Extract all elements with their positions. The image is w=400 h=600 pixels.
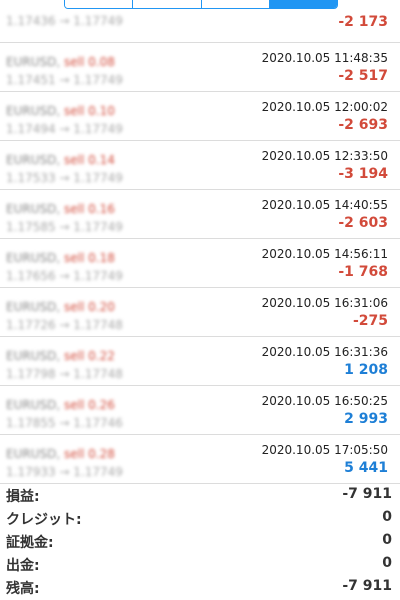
- account-summary: 損益: -7 911 クレジット: 0 証拠金: 0 出金: 0 残高: -7 …: [0, 484, 400, 599]
- deal-prices: 1.17585 → 1.17749: [6, 220, 123, 234]
- summary-value: 0: [382, 509, 392, 525]
- summary-deposit-row: 証拠金: 0: [0, 530, 400, 553]
- deal-profit: 5 441: [344, 460, 388, 476]
- deal-profit: 1 208: [344, 362, 388, 378]
- deal-profit: -2 517: [338, 68, 388, 84]
- deal-row[interactable]: EURUSD, sell 0.20 1.17726 → 1.17748 2020…: [0, 288, 400, 337]
- deal-profit: -2 173: [338, 14, 388, 30]
- deal-prices: 1.17451 → 1.17749: [6, 73, 123, 87]
- deal-time: 2020.10.05 14:56:11: [261, 247, 388, 261]
- deal-row[interactable]: EURUSD, sell 0.28 1.17933 → 1.17749 2020…: [0, 435, 400, 484]
- deal-row[interactable]: EURUSD, sell 0.14 1.17533 → 1.17749 2020…: [0, 141, 400, 190]
- deal-symbol: EURUSD, sell 0.22: [6, 349, 115, 363]
- deal-prices: 1.17494 → 1.17749: [6, 122, 123, 136]
- deal-prices: 1.17726 → 1.17748: [6, 318, 123, 332]
- summary-value: 0: [382, 555, 392, 571]
- summary-value: 0: [382, 532, 392, 548]
- deal-row[interactable]: EURUSD, sell 0.26 1.17855 → 1.17746 2020…: [0, 386, 400, 435]
- summary-value: -7 911: [342, 486, 392, 502]
- deal-row[interactable]: EURUSD, sell 0.22 1.17798 → 1.17748 2020…: [0, 337, 400, 386]
- deal-symbol: EURUSD, sell 0.18: [6, 251, 115, 265]
- deal-profit: -2 603: [338, 215, 388, 231]
- deal-symbol: EURUSD, sell 0.20: [6, 300, 115, 314]
- deal-prices: 1.17656 → 1.17749: [6, 269, 123, 283]
- deal-symbol: EURUSD, sell 0.16: [6, 202, 115, 216]
- deal-profit: -1 768: [338, 264, 388, 280]
- deal-history-list[interactable]: 1.17436 → 1.17749 -2 173 EURUSD, sell 0.…: [0, 0, 400, 484]
- deal-symbol: EURUSD, sell 0.28: [6, 447, 115, 461]
- deal-time: 2020.10.05 16:31:06: [261, 296, 388, 310]
- deal-row[interactable]: EURUSD, sell 0.16 1.17585 → 1.17749 2020…: [0, 190, 400, 239]
- summary-label: 出金:: [6, 558, 40, 574]
- summary-withdrawal-row: 出金: 0: [0, 553, 400, 576]
- deal-symbol: EURUSD, sell 0.26: [6, 398, 115, 412]
- deal-row[interactable]: EURUSD, sell 0.08 1.17451 → 1.17749 2020…: [0, 43, 400, 92]
- deal-time: 2020.10.05 12:33:50: [261, 149, 388, 163]
- deal-row[interactable]: 1.17436 → 1.17749 -2 173: [0, 0, 400, 43]
- deal-time: 2020.10.05 16:31:36: [261, 345, 388, 359]
- deal-symbol: EURUSD, sell 0.14: [6, 153, 115, 167]
- deal-profit: -2 693: [338, 117, 388, 133]
- deal-prices: 1.17798 → 1.17748: [6, 367, 123, 381]
- deal-profit: -275: [352, 313, 388, 329]
- deal-prices: 1.17436 → 1.17749: [6, 14, 123, 28]
- summary-label: 証拠金:: [6, 535, 54, 551]
- deal-row[interactable]: EURUSD, sell 0.10 1.17494 → 1.17749 2020…: [0, 92, 400, 141]
- deal-prices: 1.17855 → 1.17746: [6, 416, 123, 430]
- deal-prices: 1.17533 → 1.17749: [6, 171, 123, 185]
- deal-profit: 2 993: [344, 411, 388, 427]
- deal-symbol: EURUSD, sell 0.10: [6, 104, 115, 118]
- summary-label: 損益:: [6, 489, 40, 505]
- deal-time: 2020.10.05 12:00:02: [261, 100, 388, 114]
- summary-label: 残高:: [6, 581, 40, 597]
- summary-credit-row: クレジット: 0: [0, 507, 400, 530]
- deal-time: 2020.10.05 16:50:25: [261, 394, 388, 408]
- deal-time: 2020.10.05 11:48:35: [261, 51, 388, 65]
- deal-row[interactable]: EURUSD, sell 0.18 1.17656 → 1.17749 2020…: [0, 239, 400, 288]
- deal-time: 2020.10.05 14:40:55: [261, 198, 388, 212]
- deal-profit: -3 194: [338, 166, 388, 182]
- summary-value: -7 911: [342, 578, 392, 594]
- deal-time: 2020.10.05 17:05:50: [261, 443, 388, 457]
- summary-profit-row: 損益: -7 911: [0, 484, 400, 507]
- deal-prices: 1.17933 → 1.17749: [6, 465, 123, 479]
- summary-label: クレジット:: [6, 512, 82, 528]
- summary-balance-row: 残高: -7 911: [0, 576, 400, 599]
- deal-symbol: EURUSD, sell 0.08: [6, 55, 115, 69]
